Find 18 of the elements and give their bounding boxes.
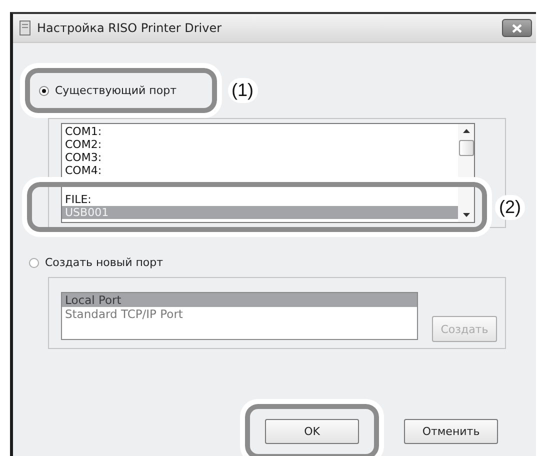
close-icon [511,24,523,32]
close-button[interactable] [502,19,532,37]
callout-number: (2) [495,195,525,220]
port-list-item[interactable]: COM1: [62,125,458,138]
port-list-item[interactable]: COM4: [62,164,458,177]
port-list-item[interactable]: FILE: [62,193,458,206]
port-list-item[interactable]: COM2: [62,138,458,151]
window-title: Настройка RISO Printer Driver [37,21,222,35]
scroll-down-icon[interactable] [462,212,470,218]
scroll-thumb[interactable] [458,140,474,156]
callout-number: (1) [228,78,258,103]
scrollbar[interactable] [458,124,474,222]
port-list[interactable]: COM1: COM2: COM3: COM4: FILE: USB001 [61,123,475,223]
scroll-up-icon[interactable] [462,128,470,134]
cancel-button[interactable]: Отменить [404,419,498,444]
ok-button[interactable]: OK [265,419,359,444]
existing-port-radio[interactable]: Существующий порт [39,84,176,97]
port-list-item[interactable]: COM3: [62,151,458,164]
